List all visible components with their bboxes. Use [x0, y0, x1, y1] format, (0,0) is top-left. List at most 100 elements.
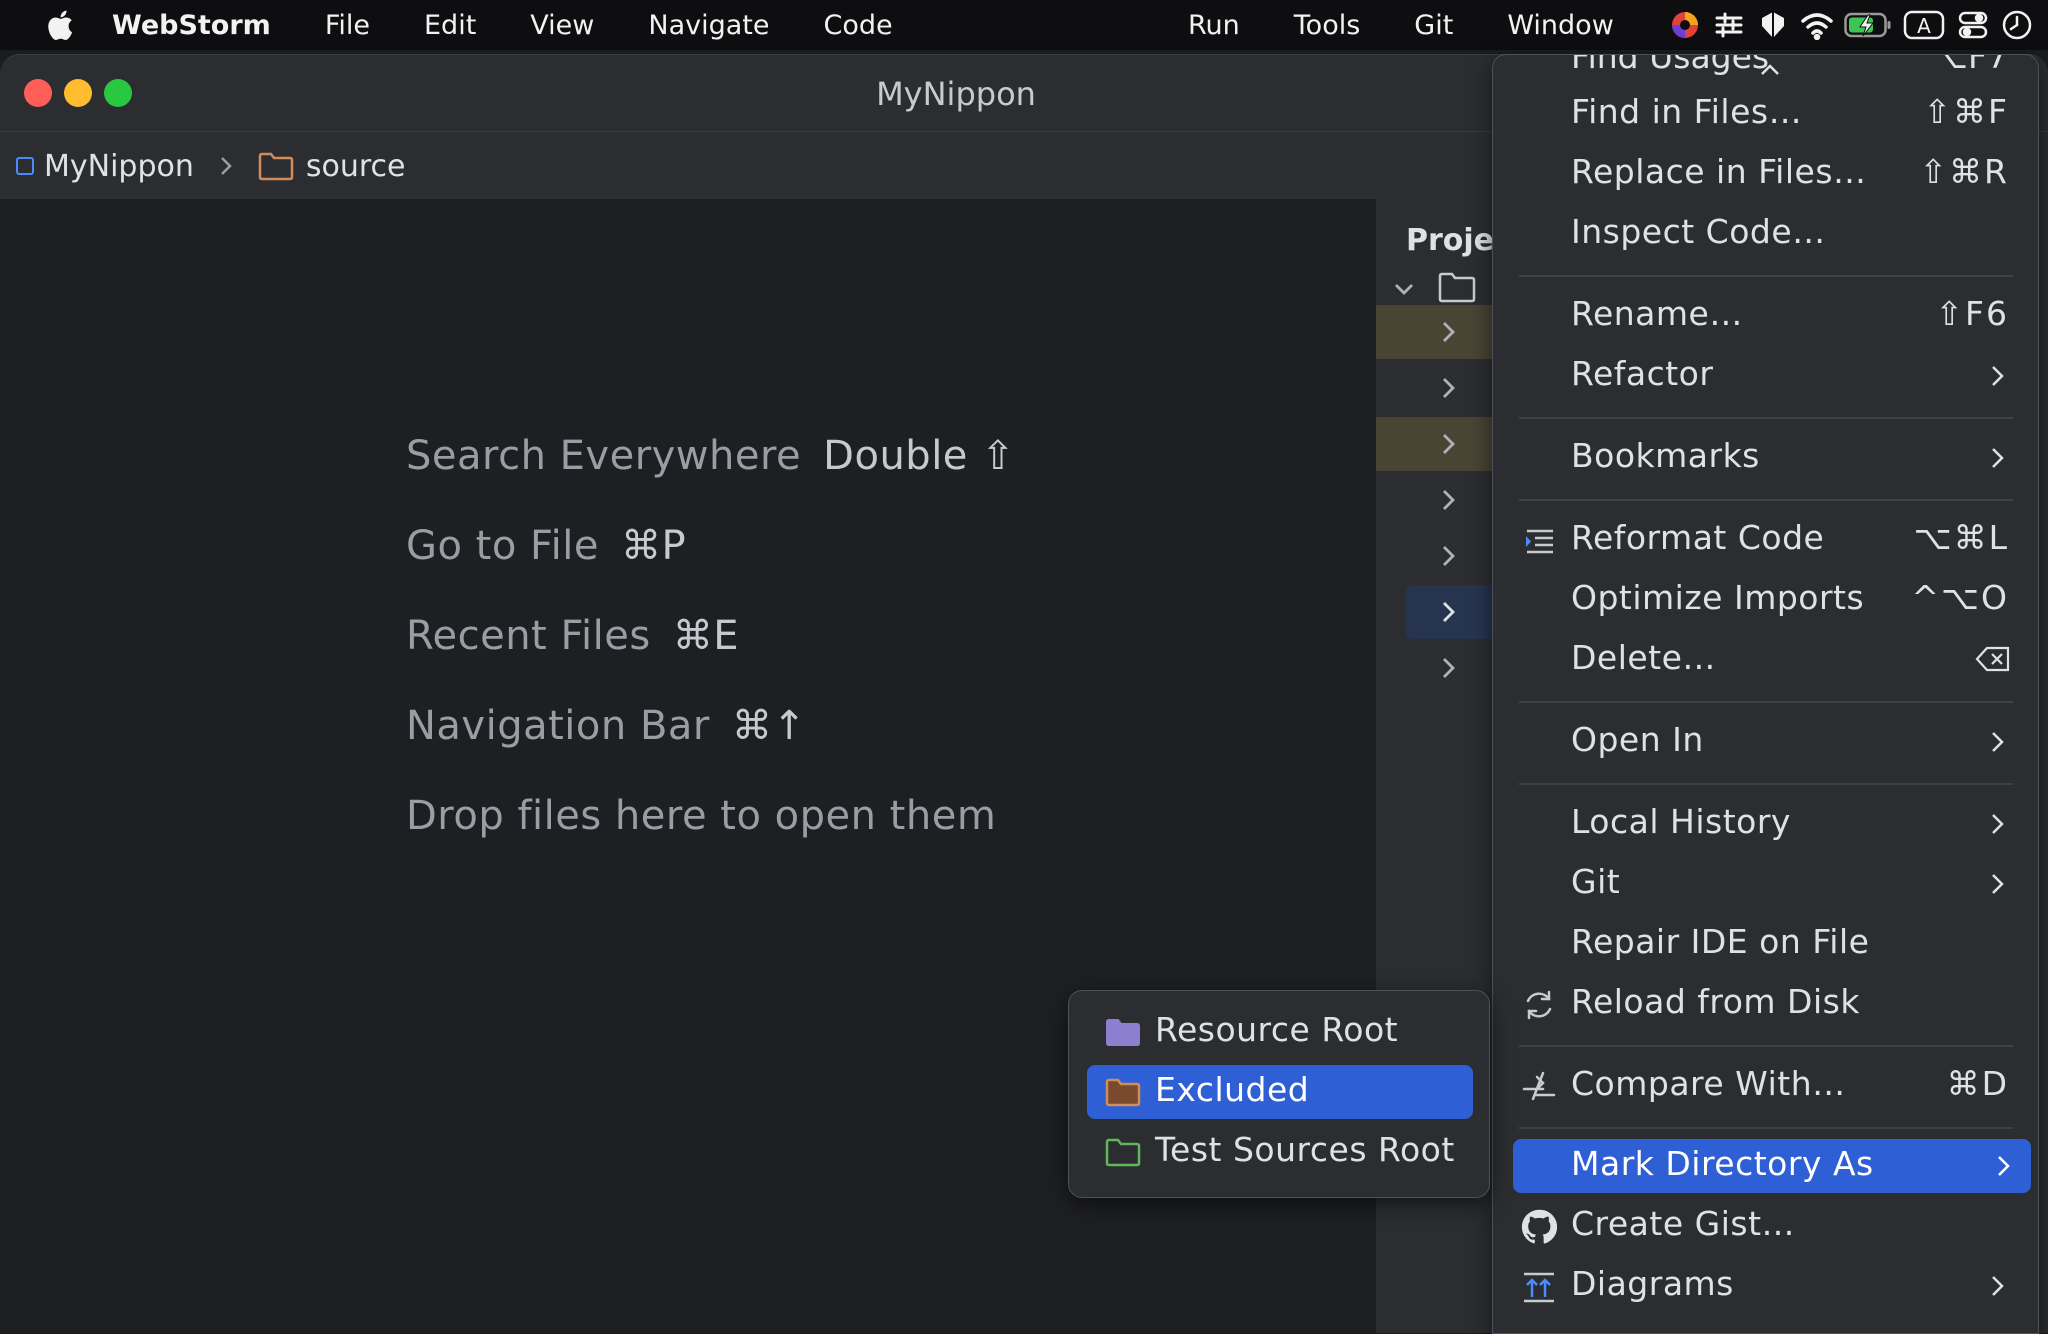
submenu-item-test-sources-root[interactable]: Test Sources Root	[1087, 1125, 1473, 1179]
tree-row[interactable]	[1376, 529, 1496, 583]
menu-item-label: Git	[1571, 862, 1621, 901]
test-folder-icon	[1105, 1138, 1141, 1167]
scroll-up-arrow-icon[interactable]	[1759, 63, 1781, 77]
chevron-right-icon[interactable]	[1434, 318, 1462, 346]
hint-recent-files: Recent Files ⌘E	[406, 613, 739, 659]
menu-code[interactable]: Code	[823, 10, 892, 41]
chevron-right-icon	[1992, 1276, 2004, 1296]
battery-charging-icon[interactable]	[1844, 8, 1892, 42]
tree-row[interactable]	[1376, 417, 1496, 471]
menu-item-refactor[interactable]: Refactor	[1507, 349, 2025, 403]
mark-directory-submenu: Resource Root Excluded Test Sources Root	[1068, 990, 1490, 1198]
menu-tools[interactable]: Tools	[1294, 10, 1361, 41]
control-center-icon[interactable]	[1956, 8, 1990, 42]
hint-navigation-bar: Navigation Bar ⌘↑	[406, 703, 806, 749]
submenu-item-label: Excluded	[1155, 1070, 1310, 1109]
apple-logo-icon[interactable]	[44, 7, 80, 43]
hint-label: Recent Files	[406, 613, 651, 659]
reload-icon	[1526, 990, 1552, 1020]
menu-item-diagrams[interactable]: Diagrams	[1507, 1259, 2025, 1313]
menu-item-mark-directory-as[interactable]: Mark Directory As	[1513, 1139, 2031, 1193]
macos-menu-bar: WebStorm File Edit View Navigate Code Ru…	[0, 0, 2048, 50]
hint-shortcut: ⌘P	[621, 523, 687, 569]
tree-row[interactable]	[1376, 473, 1496, 527]
chevron-right-icon[interactable]	[1434, 542, 1462, 570]
menu-item-open-in[interactable]: Open In	[1507, 715, 2025, 769]
breadcrumb-chevron-icon	[220, 157, 232, 175]
menu-separator	[1519, 499, 2013, 501]
menu-item-shortcut: ⇧F6	[1935, 294, 2009, 333]
menu-item-rename[interactable]: Rename… ⇧F6	[1507, 289, 2025, 343]
menu-item-git[interactable]: Git	[1507, 857, 2025, 911]
menu-item-find-usages[interactable]: Find Usages	[1571, 55, 1769, 76]
menu-item-shortcut: ⇧⌘R	[1919, 152, 2009, 191]
menu-item-label: Refactor	[1571, 354, 1714, 393]
folder-icon	[258, 152, 294, 181]
menu-file[interactable]: File	[325, 10, 370, 41]
chevron-right-icon[interactable]	[1434, 430, 1462, 458]
menu-window[interactable]: Window	[1507, 10, 1613, 41]
menu-edit[interactable]: Edit	[424, 10, 476, 41]
reformat-lines-icon	[1526, 529, 1553, 554]
menu-item-label: Reformat Code	[1571, 518, 1825, 557]
menu-item-label: Reload from Disk	[1571, 982, 1860, 1021]
breadcrumb-folder[interactable]: source	[306, 149, 406, 184]
input-source-icon[interactable]: A	[1902, 8, 1946, 42]
hint-go-to-file: Go to File ⌘P	[406, 523, 686, 569]
project-panel-title[interactable]: Proje	[1406, 223, 1494, 258]
chevron-right-icon[interactable]	[1434, 654, 1462, 682]
tree-row-selected[interactable]	[1406, 585, 1496, 639]
chevron-right-icon[interactable]	[1434, 374, 1462, 402]
menu-item-label: Local History	[1571, 802, 1791, 841]
menu-item-create-gist[interactable]: Create Gist…	[1507, 1199, 2025, 1253]
tree-row[interactable]	[1376, 641, 1496, 695]
tree-row[interactable]	[1376, 305, 1496, 359]
menu-run[interactable]: Run	[1188, 10, 1240, 41]
menu-item-reload-from-disk[interactable]: Reload from Disk	[1507, 977, 2025, 1031]
menu-item-inspect-code[interactable]: Inspect Code…	[1507, 207, 2025, 261]
menu-item-shortcut: ⇧⌘F	[1923, 92, 2009, 131]
clock-icon[interactable]	[2000, 8, 2034, 42]
compare-arrows-icon	[1522, 1071, 1556, 1101]
menu-item-label: Compare With…	[1571, 1064, 1846, 1103]
resource-folder-icon	[1106, 1019, 1140, 1046]
menu-item-optimize-imports[interactable]: Optimize Imports ^⌥O	[1507, 573, 2025, 627]
chevron-right-icon	[1992, 814, 2004, 834]
menu-git[interactable]: Git	[1414, 10, 1453, 41]
dropzone-icon[interactable]	[1756, 8, 1790, 42]
menu-separator	[1519, 417, 2013, 419]
chevron-right-icon	[1992, 732, 2004, 752]
hint-shortcut: ⌘↑	[731, 703, 807, 749]
breadcrumb-project[interactable]: MyNippon	[44, 149, 194, 184]
menu-item-bookmarks[interactable]: Bookmarks	[1507, 431, 2025, 485]
menu-app-name[interactable]: WebStorm	[112, 10, 271, 41]
creative-cloud-icon[interactable]	[1668, 8, 1702, 42]
menu-item-label: Open In	[1571, 720, 1704, 759]
menu-view[interactable]: View	[530, 10, 594, 41]
chevron-right-icon	[1998, 1156, 2010, 1176]
menu-item-delete[interactable]: Delete…	[1507, 633, 2025, 687]
menu-item-local-history[interactable]: Local History	[1507, 797, 2025, 851]
menu-separator	[1519, 783, 2013, 785]
tree-row[interactable]	[1376, 361, 1496, 415]
hint-label: Go to File	[406, 523, 599, 569]
excluded-folder-icon	[1105, 1078, 1141, 1107]
menu-item-repair-ide[interactable]: Repair IDE on File	[1507, 917, 2025, 971]
chevron-right-icon[interactable]	[1434, 486, 1462, 514]
menu-item-find-in-files[interactable]: Find in Files… ⇧⌘F	[1507, 87, 2025, 141]
menu-item-reformat-code[interactable]: Reformat Code ⌥⌘L	[1507, 513, 2025, 567]
menu-item-label: Replace in Files…	[1571, 152, 1867, 191]
wifi-icon[interactable]	[1800, 8, 1834, 42]
hint-label: Drop files here to open them	[406, 793, 997, 839]
submenu-item-excluded[interactable]: Excluded	[1087, 1065, 1473, 1119]
menu-item-compare-with[interactable]: Compare With… ⌘D	[1507, 1059, 2025, 1113]
sliders-icon[interactable]	[1712, 8, 1746, 42]
chevron-right-icon[interactable]	[1434, 598, 1462, 626]
submenu-item-resource-root[interactable]: Resource Root	[1087, 1005, 1473, 1059]
chevron-down-icon[interactable]	[1390, 275, 1418, 303]
menu-item-replace-in-files[interactable]: Replace in Files… ⇧⌘R	[1507, 147, 2025, 201]
menu-separator	[1519, 701, 2013, 703]
menu-navigate[interactable]: Navigate	[648, 10, 769, 41]
hint-label: Search Everywhere	[406, 433, 802, 479]
menu-item-label: Repair IDE on File	[1571, 922, 1870, 961]
